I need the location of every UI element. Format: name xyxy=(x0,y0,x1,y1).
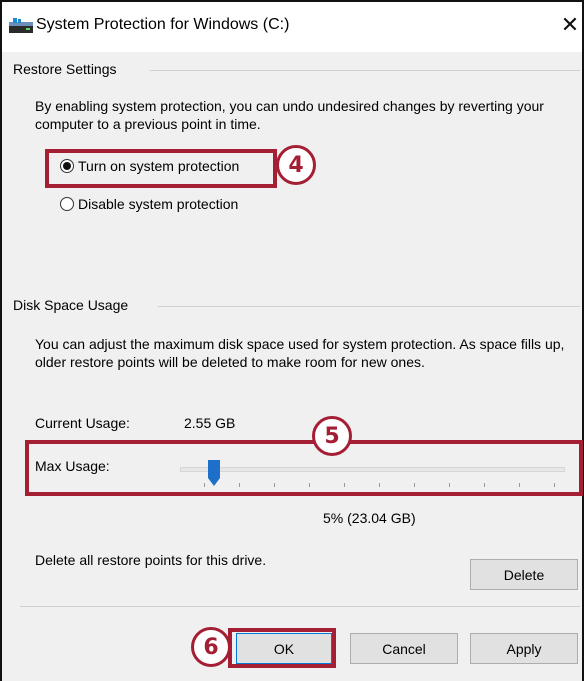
close-icon[interactable]: ✕ xyxy=(556,12,584,40)
disk-space-usage-label: Disk Space Usage xyxy=(13,297,137,313)
restore-settings-label: Restore Settings xyxy=(13,61,125,77)
group-divider xyxy=(150,70,580,71)
current-usage-value: 2.55 GB xyxy=(184,415,236,431)
callout-badge-step4: 4 xyxy=(276,145,316,185)
callout-highlight-step5 xyxy=(25,440,583,496)
radio-unchecked-icon[interactable] xyxy=(60,197,74,211)
max-usage-readout: 5% (23.04 GB) xyxy=(323,510,416,526)
restore-settings-description: By enabling system protection, you can u… xyxy=(35,98,544,132)
cancel-button[interactable]: Cancel xyxy=(350,633,458,664)
window-title: System Protection for Windows (C:) xyxy=(36,16,290,33)
group-divider xyxy=(158,306,580,307)
callout-badge-step6: 6 xyxy=(191,627,231,667)
delete-button[interactable]: Delete xyxy=(470,559,578,590)
apply-button[interactable]: Apply xyxy=(470,633,578,664)
callout-highlight-step6 xyxy=(228,628,336,668)
callout-badge-step5: 5 xyxy=(312,416,352,456)
radio-disable-protection[interactable]: Disable system protection xyxy=(60,196,238,212)
drive-icon xyxy=(9,18,33,33)
delete-restore-points-text: Delete all restore points for this drive… xyxy=(35,552,267,568)
footer-divider xyxy=(20,606,580,607)
radio-label: Disable system protection xyxy=(78,196,239,212)
window-border-left xyxy=(0,0,2,681)
callout-highlight-step4 xyxy=(45,149,277,188)
disk-space-description: You can adjust the maximum disk space us… xyxy=(35,336,565,370)
current-usage-label: Current Usage: xyxy=(35,415,130,431)
